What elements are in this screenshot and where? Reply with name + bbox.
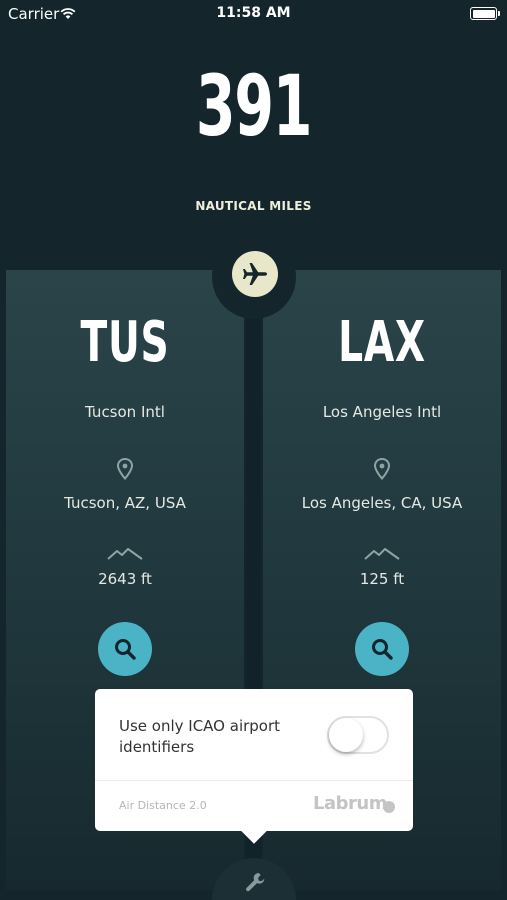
origin-elevation: 2643 ft bbox=[98, 570, 152, 588]
swap-airports-button[interactable] bbox=[232, 251, 278, 297]
brand-logo[interactable]: Labrum bbox=[313, 793, 387, 814]
toggle-knob bbox=[329, 718, 363, 752]
destination-airport-name: Los Angeles Intl bbox=[322, 403, 442, 421]
mountain-icon bbox=[364, 546, 400, 565]
destination-elevation: 125 ft bbox=[359, 570, 405, 588]
origin-location: Tucson, AZ, USA bbox=[64, 494, 186, 512]
mountain-icon bbox=[107, 546, 143, 565]
airplane-icon bbox=[243, 263, 267, 285]
app-version: Air Distance 2.0 bbox=[119, 799, 207, 812]
search-icon bbox=[372, 639, 393, 660]
destination-search-button[interactable] bbox=[355, 622, 409, 676]
distance-value: 391 bbox=[195, 57, 313, 155]
search-icon bbox=[115, 639, 136, 660]
status-bar: Carrier 11:58 AM bbox=[0, 0, 507, 30]
icao-toggle[interactable] bbox=[327, 716, 389, 754]
clock: 11:58 AM bbox=[216, 5, 291, 21]
icao-option-label: Use only ICAO airport identifiers bbox=[119, 717, 281, 756]
origin-airport-code: TUS bbox=[80, 310, 170, 375]
wrench-icon[interactable] bbox=[244, 871, 266, 897]
destination-location: Los Angeles, CA, USA bbox=[301, 494, 463, 512]
battery-icon bbox=[470, 7, 500, 20]
map-pin-icon bbox=[373, 457, 391, 484]
origin-search-button[interactable] bbox=[98, 622, 152, 676]
origin-airport-name: Tucson Intl bbox=[85, 403, 165, 421]
map-pin-icon bbox=[116, 457, 134, 484]
destination-airport-code: LAX bbox=[338, 310, 426, 375]
popup-divider bbox=[95, 780, 413, 781]
distance-unit: NAUTICAL MILES bbox=[195, 199, 312, 213]
brand-badge bbox=[383, 801, 395, 813]
settings-popup: Use only ICAO airport identifiers Air Di… bbox=[95, 689, 413, 844]
